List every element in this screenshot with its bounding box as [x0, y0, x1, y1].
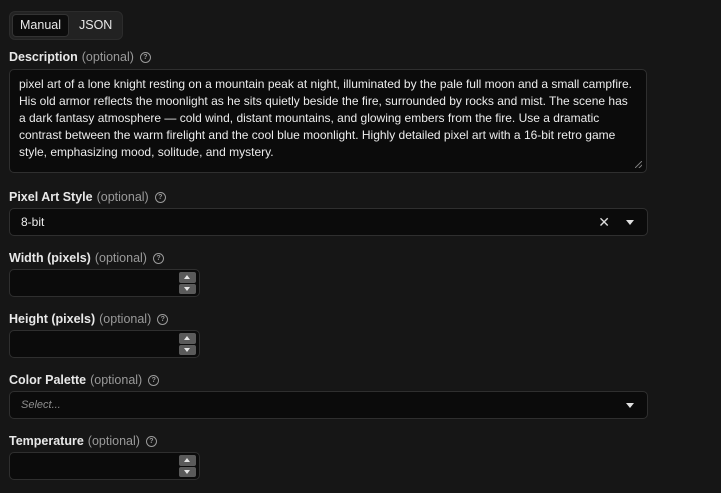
color-palette-label-text: Color Palette: [9, 373, 87, 387]
temperature-label-text: Temperature: [9, 434, 84, 448]
description-optional-text: (optional): [81, 50, 134, 64]
description-textarea[interactable]: pixel art of a lone knight resting on a …: [9, 69, 647, 173]
pixel-art-style-optional-text: (optional): [96, 190, 149, 204]
width-label-text: Width (pixels): [9, 251, 91, 265]
decrement-arrow-icon[interactable]: [179, 283, 196, 294]
temperature-optional-text: (optional): [87, 434, 140, 448]
temperature-input[interactable]: [9, 452, 200, 480]
help-circle-icon[interactable]: ?: [145, 435, 157, 447]
help-circle-icon[interactable]: ?: [139, 51, 151, 63]
height-stepper: [179, 333, 196, 355]
resize-handle-icon[interactable]: [635, 161, 642, 168]
pixel-art-style-label: Pixel Art Style (optional) ?: [9, 190, 166, 204]
pixel-art-style-label-text: Pixel Art Style: [9, 190, 93, 204]
tab-manual[interactable]: Manual: [12, 14, 69, 37]
description-label-text: Description: [9, 50, 78, 64]
width-label: Width (pixels) (optional) ?: [9, 251, 164, 265]
color-palette-label: Color Palette (optional) ?: [9, 373, 160, 387]
tab-json[interactable]: JSON: [71, 14, 120, 37]
help-circle-icon[interactable]: ?: [157, 313, 169, 325]
pixel-art-style-value: 8-bit: [21, 215, 45, 229]
description-label: Description (optional) ?: [9, 50, 151, 64]
description-value: pixel art of a lone knight resting on a …: [19, 77, 633, 159]
color-palette-select[interactable]: Select...: [9, 391, 648, 419]
close-icon[interactable]: ✕: [598, 215, 610, 229]
increment-arrow-icon[interactable]: [179, 455, 196, 466]
chevron-down-icon[interactable]: [626, 220, 634, 225]
height-label: Height (pixels) (optional) ?: [9, 312, 169, 326]
width-stepper: [179, 272, 196, 294]
decrement-arrow-icon[interactable]: [179, 466, 196, 477]
temperature-label: Temperature (optional) ?: [9, 434, 157, 448]
help-circle-icon[interactable]: ?: [148, 374, 160, 386]
height-optional-text: (optional): [99, 312, 152, 326]
increment-arrow-icon[interactable]: [179, 272, 196, 283]
pixel-art-style-select[interactable]: 8-bit ✕: [9, 208, 648, 236]
increment-arrow-icon[interactable]: [179, 333, 196, 344]
width-input[interactable]: [9, 269, 200, 297]
mode-tabs: Manual JSON: [9, 11, 124, 40]
decrement-arrow-icon[interactable]: [179, 344, 196, 355]
height-label-text: Height (pixels): [9, 312, 96, 326]
temperature-stepper: [179, 455, 196, 477]
help-circle-icon[interactable]: ?: [154, 191, 166, 203]
height-input[interactable]: [9, 330, 200, 358]
help-circle-icon[interactable]: ?: [152, 252, 164, 264]
color-palette-optional-text: (optional): [90, 373, 143, 387]
color-palette-placeholder: Select...: [21, 399, 61, 411]
width-optional-text: (optional): [94, 251, 147, 265]
chevron-down-icon[interactable]: [626, 403, 634, 408]
